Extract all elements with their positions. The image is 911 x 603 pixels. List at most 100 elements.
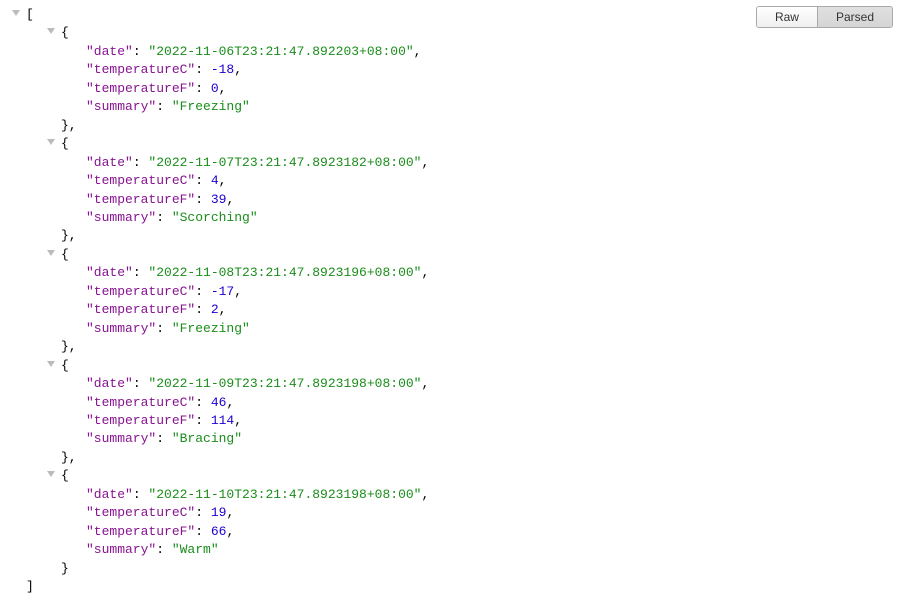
json-value: 19 [211, 505, 227, 520]
brace-close: }, [61, 450, 77, 465]
brace-open: { [61, 25, 69, 40]
json-key: "temperatureF" [86, 524, 195, 539]
brace-open: { [61, 468, 69, 483]
json-value: "Freezing" [172, 321, 250, 336]
json-property: "temperatureC": -17, [16, 283, 911, 301]
json-property: "temperatureF": 0, [16, 80, 911, 98]
json-key: "temperatureF" [86, 81, 195, 96]
colon: : [195, 413, 211, 428]
comma: , [234, 284, 242, 299]
json-property: "temperatureC": 4, [16, 172, 911, 190]
json-object-close: }, [16, 227, 911, 245]
colon: : [156, 99, 172, 114]
json-property: "temperatureF": 39, [16, 191, 911, 209]
json-property: "summary": "Warm" [16, 541, 911, 559]
colon: : [133, 155, 149, 170]
json-value: "Scorching" [172, 210, 258, 225]
comma: , [234, 62, 242, 77]
json-key: "temperatureC" [86, 173, 195, 188]
json-object-close: }, [16, 449, 911, 467]
json-value: "2022-11-10T23:21:47.8923198+08:00" [148, 487, 421, 502]
chevron-down-icon[interactable] [47, 471, 55, 477]
json-value: "2022-11-07T23:21:47.8923182+08:00" [148, 155, 421, 170]
colon: : [195, 173, 211, 188]
json-key: "temperatureF" [86, 302, 195, 317]
colon: : [195, 395, 211, 410]
json-property: "temperatureF": 114, [16, 412, 911, 430]
json-array-close: ] [16, 578, 911, 596]
json-viewer: [ { "date": "2022-11-06T23:21:47.892203+… [0, 0, 911, 603]
colon: : [156, 210, 172, 225]
json-property: "temperatureC": -18, [16, 61, 911, 79]
json-value: 0 [211, 81, 219, 96]
json-property: "date": "2022-11-06T23:21:47.892203+08:0… [16, 43, 911, 61]
json-key: "date" [86, 44, 133, 59]
brace-close: } [61, 561, 69, 576]
colon: : [195, 284, 211, 299]
json-key: "temperatureF" [86, 192, 195, 207]
brace-close: }, [61, 228, 77, 243]
json-key: "summary" [86, 99, 156, 114]
comma: , [234, 413, 242, 428]
json-value: 4 [211, 173, 219, 188]
json-key: "temperatureC" [86, 505, 195, 520]
comma: , [219, 173, 227, 188]
chevron-down-icon[interactable] [47, 361, 55, 367]
json-key: "temperatureF" [86, 413, 195, 428]
json-object-close: }, [16, 338, 911, 356]
comma: , [226, 395, 234, 410]
colon: : [133, 376, 149, 391]
json-value: "Freezing" [172, 99, 250, 114]
chevron-down-icon[interactable] [47, 250, 55, 256]
colon: : [195, 524, 211, 539]
json-value: -17 [211, 284, 234, 299]
json-key: "summary" [86, 542, 156, 557]
bracket-open: [ [26, 7, 34, 22]
brace-open: { [61, 136, 69, 151]
comma: , [219, 302, 227, 317]
json-object-open: { [16, 246, 911, 264]
json-value: 66 [211, 524, 227, 539]
colon: : [195, 81, 211, 96]
json-key: "date" [86, 376, 133, 391]
json-property: "summary": "Freezing" [16, 320, 911, 338]
json-value: -18 [211, 62, 234, 77]
json-key: "temperatureC" [86, 395, 195, 410]
colon: : [156, 431, 172, 446]
comma: , [421, 155, 429, 170]
bracket-close: ] [26, 579, 34, 594]
json-value: "2022-11-06T23:21:47.892203+08:00" [148, 44, 413, 59]
json-property: "temperatureC": 19, [16, 504, 911, 522]
json-property: "date": "2022-11-10T23:21:47.8923198+08:… [16, 486, 911, 504]
chevron-down-icon[interactable] [47, 139, 55, 145]
comma: , [226, 505, 234, 520]
comma: , [421, 487, 429, 502]
json-value: 2 [211, 302, 219, 317]
json-value: "2022-11-08T23:21:47.8923196+08:00" [148, 265, 421, 280]
comma: , [226, 192, 234, 207]
json-property: "summary": "Bracing" [16, 430, 911, 448]
json-key: "temperatureC" [86, 62, 195, 77]
json-property: "date": "2022-11-07T23:21:47.8923182+08:… [16, 154, 911, 172]
comma: , [421, 376, 429, 391]
json-key: "date" [86, 155, 133, 170]
json-key: "temperatureC" [86, 284, 195, 299]
json-object-open: { [16, 24, 911, 42]
chevron-down-icon[interactable] [12, 10, 20, 16]
comma: , [421, 265, 429, 280]
json-value: 114 [211, 413, 234, 428]
colon: : [195, 302, 211, 317]
json-value: 39 [211, 192, 227, 207]
brace-open: { [61, 247, 69, 262]
json-key: "summary" [86, 321, 156, 336]
comma: , [226, 524, 234, 539]
json-value: "Bracing" [172, 431, 242, 446]
json-object-open: { [16, 357, 911, 375]
json-property: "temperatureC": 46, [16, 394, 911, 412]
chevron-down-icon[interactable] [47, 28, 55, 34]
json-key: "date" [86, 265, 133, 280]
json-key: "date" [86, 487, 133, 502]
json-array-open: [ [16, 6, 911, 24]
json-property: "date": "2022-11-09T23:21:47.8923198+08:… [16, 375, 911, 393]
json-key: "summary" [86, 210, 156, 225]
